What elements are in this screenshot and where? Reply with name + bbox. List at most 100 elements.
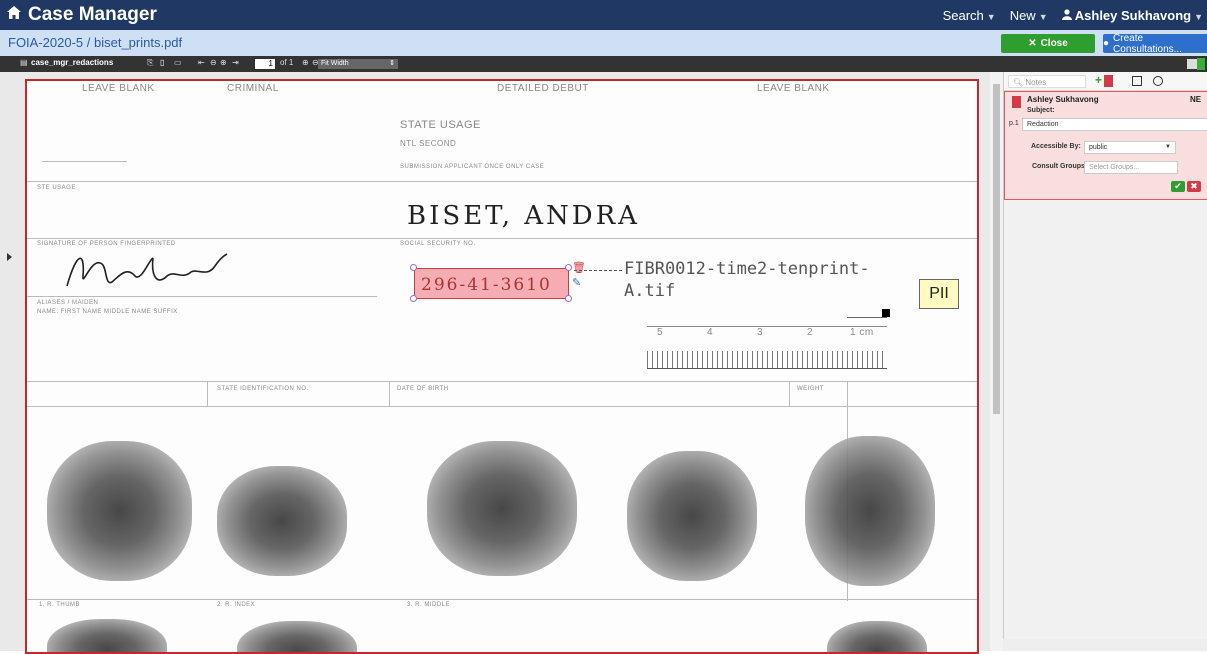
scale-ruler: 5 4 3 2 1 cm bbox=[647, 309, 890, 376]
form-line bbox=[389, 381, 390, 406]
page-ref: p.1 bbox=[1009, 120, 1019, 127]
fingerprint-image bbox=[47, 441, 192, 581]
chevron-down-icon: ▼ bbox=[1038, 12, 1048, 22]
thumbnail-icon[interactable]: ▭ bbox=[174, 58, 182, 67]
right-index-label: 2. R. INDEX bbox=[217, 602, 256, 608]
form-line bbox=[27, 406, 977, 407]
subject-label: Subject: bbox=[1027, 107, 1055, 114]
search-menu-label: Search bbox=[942, 8, 984, 23]
next-page-icon[interactable]: ⊕ bbox=[220, 58, 227, 67]
ellipse-tool-icon[interactable] bbox=[1153, 76, 1163, 86]
ruler-mark: 4 bbox=[707, 327, 714, 338]
layer-icon: ▤ bbox=[20, 58, 28, 67]
resize-handle[interactable] bbox=[410, 295, 417, 302]
breadcrumb[interactable]: FOIA-2020-5 / biset_prints.pdf bbox=[8, 35, 182, 50]
home-icon bbox=[6, 4, 22, 26]
fingerprint-image bbox=[805, 436, 935, 586]
first-page-icon[interactable]: ⇤ bbox=[198, 58, 205, 67]
ruler-ticks bbox=[647, 351, 887, 369]
ruler-mark: 3 bbox=[757, 327, 764, 338]
accessible-by-label: Accessible By: bbox=[1031, 143, 1081, 150]
handwritten-name: BISET, ANDRA bbox=[407, 201, 640, 231]
weight-label: WEIGHT bbox=[797, 386, 824, 392]
form-line bbox=[27, 381, 977, 382]
notes-panel-toolbar: 🔍︎ Notes + bbox=[1004, 72, 1207, 91]
form-line bbox=[27, 238, 977, 239]
name-label: NAME: FIRST NAME MIDDLE NAME SUFFIX bbox=[37, 309, 178, 315]
app-brand[interactable]: Case Manager bbox=[6, 4, 157, 26]
ruler-mark: 2 bbox=[807, 327, 814, 338]
layer-label[interactable]: case_mgr_redactions bbox=[31, 58, 113, 67]
user-menu[interactable]: Ashley Sukhavong ▼ bbox=[1061, 8, 1203, 23]
form-header-text: LEAVE BLANK bbox=[757, 83, 830, 94]
close-button[interactable]: ✕ Close bbox=[1001, 34, 1095, 53]
ssn-label: SOCIAL SECURITY NO. bbox=[400, 241, 476, 247]
cancel-note-button[interactable]: ✖ bbox=[1187, 181, 1201, 192]
rectangle-tool-icon[interactable] bbox=[1132, 76, 1142, 86]
new-menu[interactable]: New ▼ bbox=[1010, 8, 1048, 23]
redaction-box[interactable]: 296-41-3610 bbox=[414, 268, 569, 299]
accessible-by-value: public bbox=[1089, 144, 1108, 151]
note-card: Ashley Sukhavong NE Subject: p.1 Redacti… bbox=[1004, 91, 1207, 200]
fingerprint-image bbox=[237, 621, 357, 652]
notes-search-input[interactable]: 🔍︎ Notes bbox=[1008, 75, 1086, 88]
notes-panel: 🔍︎ Notes + Ashley Sukhavong NE Subject: … bbox=[1003, 72, 1207, 651]
annotation-icon[interactable]: ⎘ bbox=[147, 58, 153, 68]
chevron-down-icon: ▼ bbox=[1194, 12, 1203, 22]
zoom-select[interactable]: Fit Width ⇕ bbox=[318, 59, 398, 69]
form-field-label: STE USAGE bbox=[37, 185, 76, 191]
form-line bbox=[27, 181, 977, 182]
ruler-mark: 5 bbox=[657, 327, 664, 338]
annotation-connector bbox=[574, 270, 622, 271]
resize-handle[interactable] bbox=[565, 295, 572, 302]
resize-handle[interactable] bbox=[410, 264, 417, 271]
right-thumb-label: 1. R. THUMB bbox=[39, 602, 81, 608]
chevron-down-icon: ▼ bbox=[1165, 144, 1171, 150]
last-page-icon[interactable]: ⇥ bbox=[232, 58, 239, 67]
search-menu[interactable]: Search ▼ bbox=[943, 8, 996, 23]
new-menu-label: New bbox=[1009, 8, 1036, 23]
form-header-text: LEAVE BLANK bbox=[82, 83, 155, 94]
add-note-icon[interactable]: + bbox=[1095, 73, 1102, 87]
zoom-in-icon[interactable]: ⊕ bbox=[302, 58, 309, 67]
page-number-input[interactable]: 1 bbox=[255, 59, 275, 69]
save-note-button[interactable]: ✔ bbox=[1171, 181, 1185, 192]
subject-input[interactable]: Redaction bbox=[1022, 118, 1207, 131]
fingerprint-image bbox=[217, 466, 347, 576]
prev-page-icon[interactable]: ⊖ bbox=[210, 58, 217, 67]
note-badge: NE bbox=[1190, 95, 1202, 104]
page-count: of 1 bbox=[280, 58, 294, 67]
resize-handle[interactable] bbox=[565, 264, 572, 271]
file-reference-line1: FIBR0012-time2-tenprint- bbox=[624, 259, 870, 279]
fingerprint-image bbox=[427, 441, 577, 576]
top-nav-menu: Search ▼ New ▼ Ashley Sukhavong ▼ bbox=[943, 8, 1203, 23]
create-consultations-label: Create Consultations... bbox=[1113, 32, 1182, 55]
pii-label[interactable]: PII bbox=[919, 279, 959, 309]
page-view-icon[interactable]: ▯ bbox=[160, 58, 164, 67]
right-middle-label: 3. R. MIDDLE bbox=[407, 602, 451, 608]
panel-toggle-icon[interactable] bbox=[1187, 59, 1197, 69]
form-line bbox=[27, 296, 377, 297]
trash-icon[interactable]: 🗑 bbox=[572, 261, 586, 274]
accessible-by-select[interactable]: public ▼ bbox=[1084, 141, 1176, 154]
chevron-down-icon: ⇕ bbox=[389, 60, 395, 67]
form-line bbox=[207, 381, 208, 406]
redacted-ssn: 296-41-3610 bbox=[421, 275, 552, 295]
notes-panel-icon[interactable] bbox=[1197, 58, 1205, 70]
note-author: Ashley Sukhavong bbox=[1027, 95, 1099, 104]
user-icon bbox=[1061, 8, 1075, 23]
pdf-icon[interactable] bbox=[1104, 75, 1113, 87]
top-navbar: Case Manager Search ▼ New ▼ Ashley Sukhavo… bbox=[0, 0, 1207, 30]
plus-circle-icon: ● bbox=[1103, 38, 1110, 49]
submission-label: SUBMISSION APPLICANT ONCE ONLY CASE bbox=[400, 164, 545, 170]
panel-scrollbar[interactable] bbox=[1003, 639, 1207, 651]
consult-groups-input[interactable]: Select Groups... bbox=[1084, 161, 1178, 174]
edit-icon[interactable]: ✎ bbox=[572, 276, 581, 289]
viewer-scrollbar[interactable] bbox=[990, 72, 1003, 651]
fingerprint-image bbox=[627, 451, 757, 581]
fingerprint-image bbox=[47, 619, 167, 652]
scrollbar-thumb[interactable] bbox=[993, 84, 1000, 414]
file-reference-line2: A.tif bbox=[624, 281, 676, 301]
expand-sidebar-icon[interactable] bbox=[7, 253, 12, 261]
create-consultations-button[interactable]: ● Create Consultations... bbox=[1103, 32, 1207, 55]
